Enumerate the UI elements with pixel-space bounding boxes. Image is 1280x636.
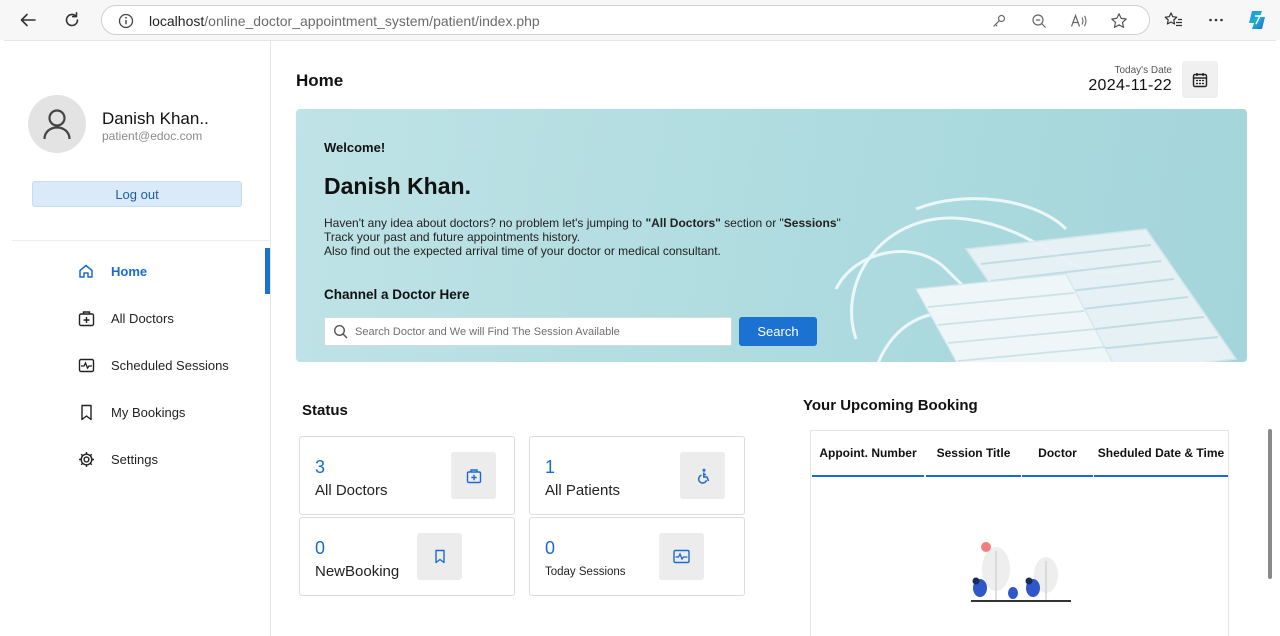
sidebar-item-all-doctors[interactable]: All Doctors (4, 295, 271, 341)
card-label: Today Sessions (545, 566, 626, 578)
upcoming-booking-table: Appoint. Number Session Title Doctor She… (810, 430, 1229, 636)
url-text: localhost/online_doctor_appointment_syst… (149, 13, 540, 29)
status-card-new-booking[interactable]: 0 NewBooking (299, 517, 515, 596)
doctor-search-box (324, 317, 732, 346)
sidebar-item-label: My Bookings (111, 404, 186, 420)
back-button[interactable] (16, 8, 40, 32)
pulse-icon (77, 356, 95, 374)
copilot-button[interactable] (1245, 8, 1269, 32)
pulse-icon (659, 533, 704, 580)
banner-patient-name: Danish Khan. (324, 173, 471, 199)
status-card-all-doctors[interactable]: 3 All Doctors (299, 436, 515, 515)
ellipsis-icon (1209, 18, 1223, 22)
profile-name: Danish Khan.. (102, 109, 209, 128)
banner-description: Haven't any idea about doctors? no probl… (324, 216, 841, 258)
scrollbar[interactable] (1268, 429, 1272, 579)
sidebar-item-scheduled-sessions[interactable]: Scheduled Sessions (4, 342, 271, 388)
sidebar-item-label: All Doctors (111, 310, 174, 326)
bookmark-icon (77, 403, 95, 421)
desc-text: Haven't any idea about doctors? no probl… (324, 216, 646, 230)
page: Danish Khan.. patient@edoc.com Log out H… (4, 40, 1276, 636)
date-label: Today's Date (1114, 65, 1173, 76)
sidebar-divider (12, 240, 271, 241)
active-indicator (265, 248, 270, 294)
column-header-doctor: Doctor (1022, 431, 1093, 477)
desc-text: " (836, 216, 841, 230)
calendar-button[interactable] (1182, 61, 1218, 98)
medical-bag-icon (451, 452, 496, 499)
page-title: Home (296, 71, 344, 90)
face-masks-image (834, 197, 1238, 362)
site-info-icon[interactable] (117, 12, 135, 30)
column-header-scheduled-date-time: Sheduled Date & Time (1094, 431, 1228, 477)
reload-icon (65, 12, 79, 27)
sidebar: Danish Khan.. patient@edoc.com Log out H… (4, 41, 271, 636)
status-card-today-sessions[interactable]: 0 Today Sessions (529, 517, 745, 596)
profile-email: patient@edoc.com (102, 129, 203, 143)
desc-line-1: Haven't any idea about doctors? no probl… (324, 216, 841, 230)
card-label: NewBooking (315, 563, 400, 580)
user-icon (43, 109, 71, 140)
welcome-label: Welcome! (324, 140, 386, 155)
card-label: All Patients (545, 482, 621, 499)
favorite-star-icon[interactable] (1110, 12, 1128, 30)
sidebar-item-label: Settings (111, 451, 158, 467)
search-button[interactable]: Search (739, 317, 817, 346)
key-icon[interactable] (990, 12, 1008, 30)
upcoming-booking-title: Your Upcoming Booking (803, 397, 978, 414)
desc-line-3: Also find out the expected arrival time … (324, 244, 721, 258)
date-value: 2024-11-22 (1088, 77, 1172, 94)
more-menu-button[interactable] (1204, 8, 1228, 32)
doctor-search-input[interactable] (355, 319, 725, 344)
bookmark-icon (417, 533, 462, 580)
gear-icon (77, 450, 95, 468)
home-icon (77, 262, 95, 280)
address-bar[interactable]: localhost/online_doctor_appointment_syst… (101, 5, 1150, 35)
desc-text: section or " (720, 216, 784, 230)
copilot-icon (1249, 11, 1265, 29)
url-host: localhost (149, 13, 205, 29)
search-icon (333, 324, 348, 339)
card-value: 1 (545, 457, 556, 477)
card-value: 0 (545, 538, 556, 558)
card-value: 0 (315, 538, 326, 558)
calendar-icon (1192, 72, 1208, 87)
sidebar-item-label: Home (111, 263, 148, 279)
sidebar-item-my-bookings[interactable]: My Bookings (4, 389, 271, 435)
sidebar-item-settings[interactable]: Settings (4, 436, 271, 482)
favorites-icon (1164, 12, 1182, 27)
card-label: All Doctors (315, 482, 388, 499)
status-card-all-patients[interactable]: 1 All Patients (529, 436, 745, 515)
logout-button[interactable]: Log out (32, 181, 242, 207)
welcome-banner: Welcome! Danish Khan. Haven't any idea a… (296, 109, 1247, 362)
back-arrow-icon (20, 13, 36, 27)
favorites-button[interactable] (1161, 8, 1185, 32)
zoom-icon[interactable] (1030, 12, 1048, 30)
desc-bold-all-doctors: "All Doctors" (645, 216, 721, 230)
channel-title: Channel a Doctor Here (324, 287, 470, 302)
column-header-session-title: Session Title (926, 431, 1021, 477)
desc-line-2: Track your past and future appointments … (324, 230, 581, 244)
medical-bag-icon (77, 309, 95, 327)
url-path: /online_doctor_appointment_system/patien… (204, 13, 540, 29)
reload-button[interactable] (60, 8, 84, 32)
wheelchair-icon (680, 452, 725, 499)
sidebar-item-label: Scheduled Sessions (111, 357, 229, 373)
status-title: Status (302, 402, 348, 419)
column-header-appoint-number: Appoint. Number (812, 431, 924, 477)
sidebar-item-home[interactable]: Home (4, 248, 271, 294)
empty-state-illustration (971, 542, 1071, 602)
read-aloud-icon[interactable] (1070, 12, 1088, 30)
avatar (28, 95, 86, 153)
card-value: 3 (315, 457, 326, 477)
browser-toolbar: localhost/online_doctor_appointment_syst… (0, 0, 1280, 40)
desc-bold-sessions: Sessions (783, 216, 837, 230)
